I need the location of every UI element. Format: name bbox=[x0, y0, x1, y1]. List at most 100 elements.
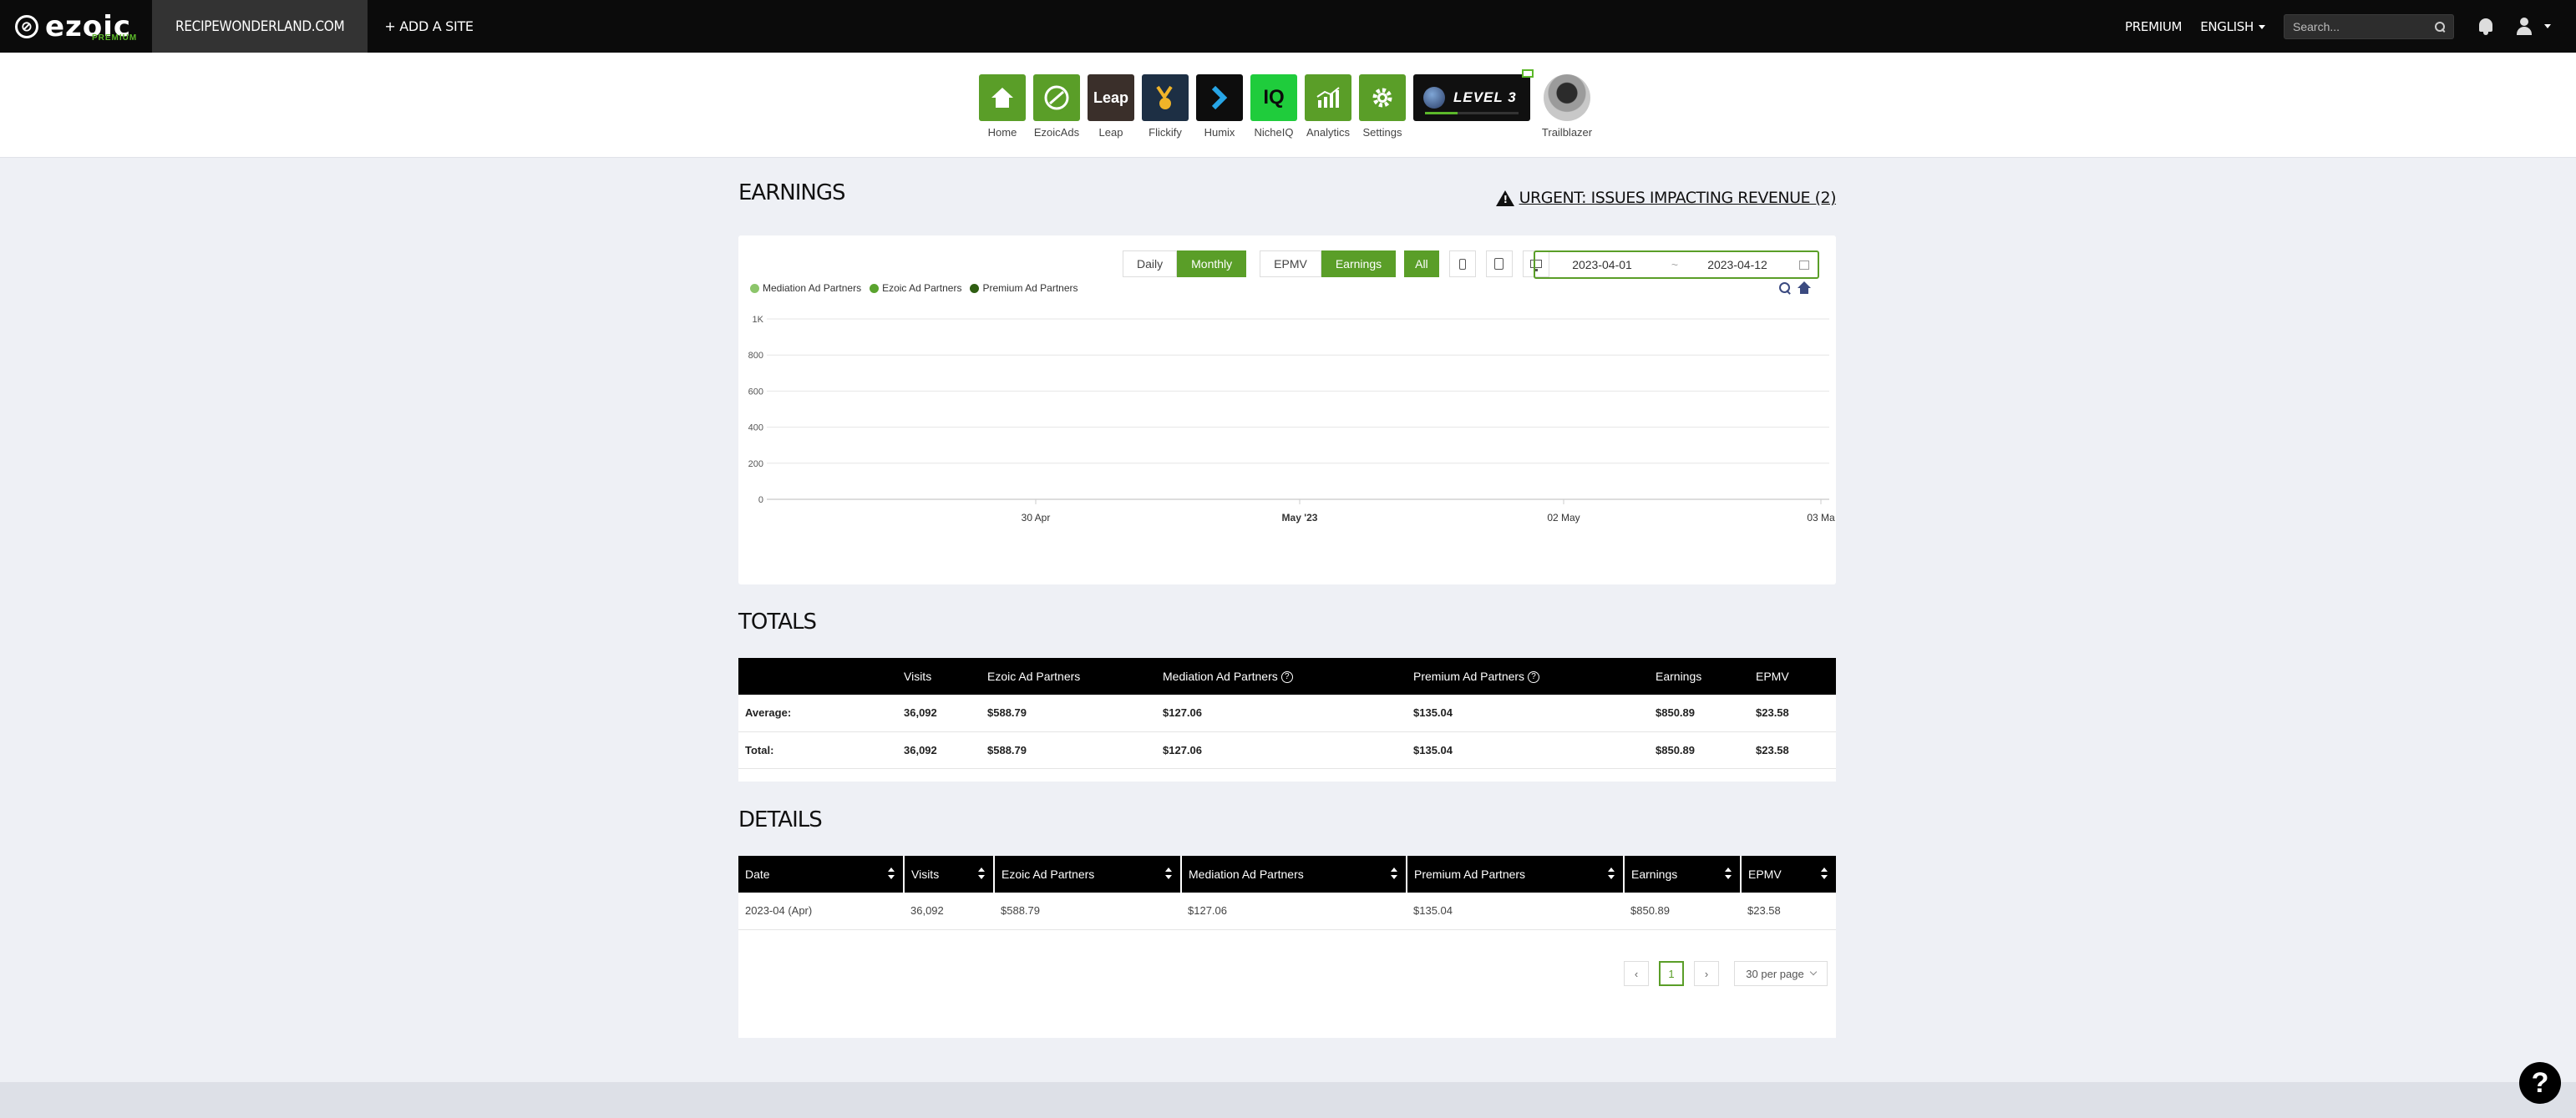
flickify-icon bbox=[1142, 74, 1189, 121]
sort-icon[interactable] bbox=[1165, 868, 1172, 879]
details-col-premium-label: Premium Ad Partners bbox=[1414, 868, 1526, 881]
totals-col-label bbox=[738, 658, 897, 695]
search-input[interactable] bbox=[2293, 19, 2435, 33]
cell: $588.79 bbox=[1001, 904, 1040, 918]
search-icon[interactable] bbox=[2435, 21, 2445, 32]
monthly-button[interactable]: Monthly bbox=[1177, 250, 1247, 277]
caret-down-icon[interactable] bbox=[2544, 24, 2551, 28]
legend-label: Ezoic Ad Partners bbox=[882, 282, 962, 294]
date-separator: ~ bbox=[1671, 258, 1679, 271]
details-col-epmv[interactable]: EPMV bbox=[1741, 856, 1836, 893]
daily-button[interactable]: Daily bbox=[1123, 250, 1178, 277]
sort-icon[interactable] bbox=[1725, 868, 1732, 879]
add-site-link[interactable]: + ADD A SITE bbox=[384, 18, 474, 34]
language-dropdown[interactable]: ENGLISH bbox=[2200, 19, 2265, 34]
premium-link[interactable]: PREMIUM bbox=[2125, 19, 2182, 34]
urgent-text: URGENT: ISSUES IMPACTING REVENUE (2) bbox=[1519, 189, 1837, 207]
ezoic-logo[interactable]: ⊘ ezoic PREMIUM bbox=[0, 0, 152, 53]
per-page-select[interactable]: 30 per page bbox=[1734, 961, 1828, 986]
details-col-date-label: Date bbox=[745, 868, 770, 881]
legend-item[interactable]: Mediation Ad Partners bbox=[750, 282, 861, 294]
details-col-visits-label: Visits bbox=[911, 868, 940, 881]
chart-legend: Mediation Ad Partners Ezoic Ad Partners Pr… bbox=[750, 282, 1087, 294]
mail-icon[interactable] bbox=[1522, 69, 1534, 78]
footer bbox=[0, 1082, 2576, 1118]
earnings-title: EARNINGS bbox=[738, 180, 845, 205]
user-icon[interactable] bbox=[2516, 17, 2533, 36]
app-analytics[interactable]: Analytics bbox=[1305, 74, 1351, 139]
sort-icon[interactable] bbox=[1821, 868, 1828, 879]
phone-icon bbox=[1458, 258, 1466, 270]
trailblazer[interactable]: Trailblazer bbox=[1542, 74, 1592, 139]
app-nicheiq[interactable]: IQ NicheIQ bbox=[1250, 74, 1297, 139]
x-tick-label: 02 May bbox=[1547, 512, 1580, 524]
cell: $135.04 bbox=[1413, 904, 1453, 918]
cell: $23.58 bbox=[1747, 904, 1781, 918]
earnings-chart-card: Daily Monthly EPMV Earnings All 2023-04-… bbox=[738, 235, 1836, 584]
app-leap[interactable]: Leap Leap bbox=[1088, 74, 1134, 139]
app-humix[interactable]: Humix bbox=[1196, 74, 1243, 139]
totals-table: Visits Ezoic Ad Partners Mediation Ad Pa… bbox=[738, 658, 1836, 769]
earnings-button[interactable]: Earnings bbox=[1321, 250, 1397, 277]
page-1-button[interactable]: 1 bbox=[1659, 961, 1684, 986]
app-label: Analytics bbox=[1306, 126, 1351, 139]
details-col-date[interactable]: Date bbox=[738, 856, 905, 893]
reset-zoom-home-icon[interactable] bbox=[1798, 281, 1811, 295]
app-label: Settings bbox=[1362, 126, 1402, 139]
legend-dot bbox=[970, 283, 980, 293]
app-ezoicads[interactable]: EzoicAds bbox=[1033, 74, 1080, 139]
table-row: Total: 36,092 $588.79 $127.06 $135.04 $8… bbox=[738, 731, 1836, 768]
totals-col-premium-label: Premium Ad Partners bbox=[1413, 669, 1525, 683]
nicheiq-tile-text: IQ bbox=[1263, 86, 1285, 109]
help-button[interactable]: ? bbox=[2519, 1062, 2561, 1104]
details-col-earnings[interactable]: Earnings bbox=[1624, 856, 1742, 893]
bell-icon[interactable] bbox=[2477, 18, 2494, 36]
details-col-mediation[interactable]: Mediation Ad Partners bbox=[1181, 856, 1407, 893]
epmv-button[interactable]: EPMV bbox=[1260, 250, 1321, 277]
cell: $588.79 bbox=[987, 743, 1027, 756]
y-tick-label: 0 bbox=[758, 495, 763, 505]
device-all-button[interactable]: All bbox=[1404, 250, 1439, 277]
sort-icon[interactable] bbox=[978, 868, 985, 879]
sort-icon[interactable] bbox=[1391, 868, 1397, 879]
details-col-visits[interactable]: Visits bbox=[904, 856, 995, 893]
urgent-issues-link[interactable]: URGENT: ISSUES IMPACTING REVENUE (2) bbox=[1495, 189, 1837, 207]
legend-item[interactable]: Ezoic Ad Partners bbox=[870, 282, 961, 294]
date-to[interactable]: 2023-04-12 bbox=[1681, 258, 1794, 271]
humix-icon bbox=[1196, 74, 1243, 121]
cell: 2023-04 (Apr) bbox=[745, 904, 813, 918]
earnings-chart: 0 200 400 600 800 1K 30 Apr May '23 02 May 03 Ma bbox=[748, 315, 1835, 524]
calendar-icon[interactable] bbox=[1799, 260, 1809, 270]
totals-table-card: Visits Ezoic Ad Partners Mediation Ad Pa… bbox=[738, 658, 1836, 782]
date-range-picker[interactable]: 2023-04-01 ~ 2023-04-12 bbox=[1534, 250, 1819, 279]
sort-icon[interactable] bbox=[888, 868, 895, 879]
zoom-icon[interactable] bbox=[1779, 282, 1791, 294]
mobile-device-button[interactable] bbox=[1448, 250, 1476, 277]
warning-icon bbox=[1495, 190, 1514, 206]
sort-icon[interactable] bbox=[1608, 868, 1615, 879]
date-from[interactable]: 2023-04-01 bbox=[1535, 258, 1669, 271]
logo-premium-label: PREMIUM bbox=[92, 33, 138, 43]
app-home[interactable]: Home bbox=[979, 74, 1026, 139]
app-flickify[interactable]: Flickify bbox=[1142, 74, 1189, 139]
details-col-mediation-label: Mediation Ad Partners bbox=[1189, 868, 1304, 881]
app-settings[interactable]: Settings bbox=[1359, 74, 1406, 139]
app-label: Flickify bbox=[1149, 126, 1182, 139]
cell: $127.06 bbox=[1163, 743, 1202, 756]
details-table: Date Visits Ezoic Ad Partners Mediation … bbox=[738, 856, 1836, 930]
cell: $850.89 bbox=[1656, 706, 1695, 720]
ezoic-logo-icon: ⊘ bbox=[15, 14, 38, 38]
prev-page-button[interactable]: ‹ bbox=[1624, 961, 1649, 986]
help-circle-icon[interactable]: ? bbox=[1280, 671, 1293, 684]
legend-item[interactable]: Premium Ad Partners bbox=[970, 282, 1078, 294]
help-circle-icon[interactable]: ? bbox=[1528, 671, 1540, 684]
details-col-premium[interactable]: Premium Ad Partners bbox=[1407, 856, 1625, 893]
details-col-ezoic[interactable]: Ezoic Ad Partners bbox=[994, 856, 1182, 893]
totals-title: TOTALS bbox=[738, 610, 817, 635]
level-badge[interactable]: LEVEL 3 bbox=[1413, 69, 1534, 121]
language-label: ENGLISH bbox=[2200, 18, 2254, 34]
next-page-button[interactable]: › bbox=[1694, 961, 1719, 986]
tablet-device-button[interactable] bbox=[1485, 250, 1513, 277]
top-navbar: ⊘ ezoic PREMIUM RECIPEWONDERLAND.COM + A… bbox=[0, 0, 2576, 53]
site-selector[interactable]: RECIPEWONDERLAND.COM bbox=[152, 0, 368, 53]
